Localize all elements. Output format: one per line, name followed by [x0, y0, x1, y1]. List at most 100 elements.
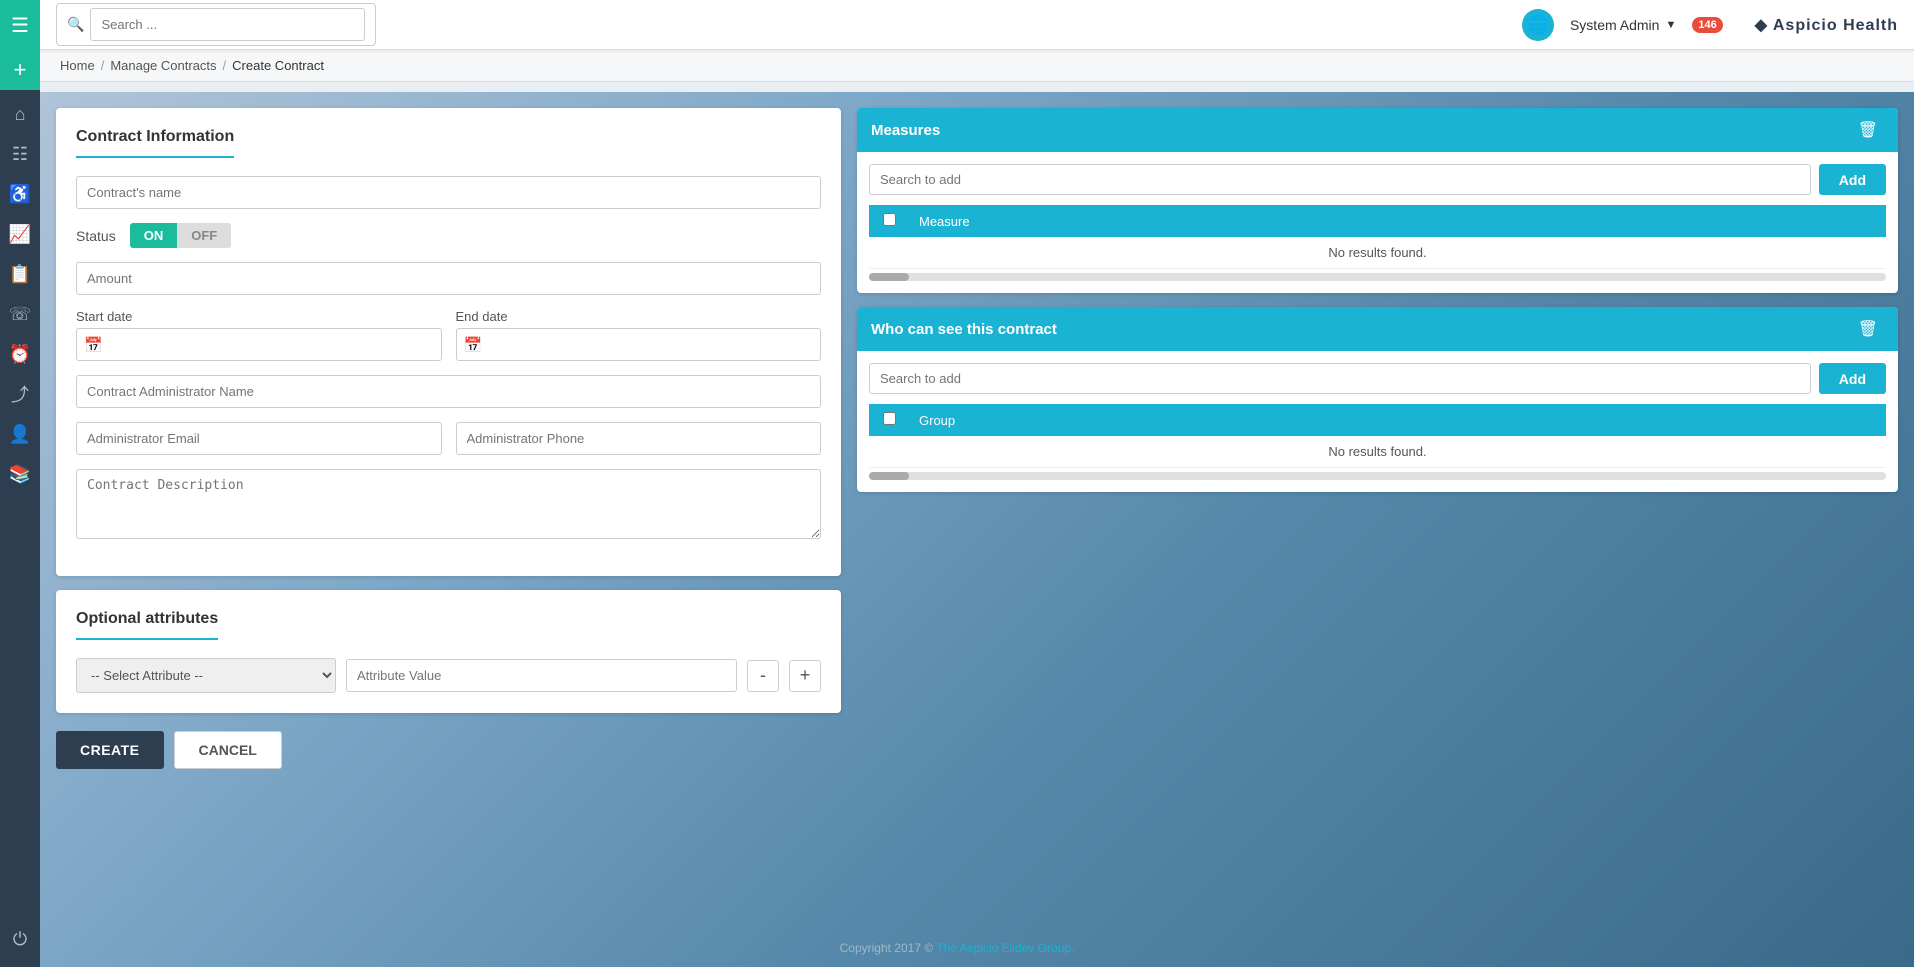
logo-text: ◆ Aspicio Health [1755, 15, 1898, 35]
who-can-see-search-row: Add [869, 363, 1886, 394]
breadcrumb-home[interactable]: Home [60, 58, 95, 73]
sidebar-clipboard-button[interactable]: 📋 [0, 254, 40, 294]
measures-no-results: No results found. [869, 237, 1886, 269]
who-can-see-panel: Who can see this contract 🗑 Add [857, 307, 1898, 492]
who-can-see-title: Who can see this contract [871, 321, 1057, 338]
sidebar-chart-button[interactable]: 📈 [0, 214, 40, 254]
share-icon: ⤴ [11, 381, 29, 407]
admin-email-input[interactable] [76, 422, 442, 455]
measures-delete-button[interactable]: 🗑 [1852, 118, 1884, 142]
optional-attrs-title: Optional attributes [76, 610, 218, 640]
breadcrumb: Home / Manage Contracts / Create Contrac… [40, 50, 1914, 82]
measures-panel: Measures 🗑 Add [857, 108, 1898, 293]
start-date-input[interactable] [76, 328, 442, 361]
breadcrumb-sep-1: / [101, 58, 105, 73]
measures-body: Add Measure [857, 152, 1898, 293]
sidebar-phone-button[interactable]: ☏ [0, 294, 40, 334]
measures-header: Measures 🗑 [857, 108, 1898, 152]
sidebar-power-button[interactable]: ⏻ [0, 919, 40, 959]
admin-email-group [76, 422, 442, 455]
who-can-see-select-all-checkbox[interactable] [883, 412, 896, 425]
who-can-see-add-button[interactable]: Add [1819, 363, 1886, 394]
start-date-group: Start date 📅 [76, 309, 442, 361]
menu-icon: ☰ [11, 13, 29, 38]
search-bar[interactable]: 🔍 [56, 3, 376, 46]
status-off[interactable]: OFF [177, 223, 231, 248]
notification-badge[interactable]: 146 [1692, 17, 1722, 33]
sidebar-clock-button[interactable]: ⏰ [0, 334, 40, 374]
start-date-label: Start date [76, 309, 442, 324]
stack-icon: 📚 [9, 464, 31, 485]
user-info: System Admin ▼ [1570, 17, 1676, 33]
attribute-value-input[interactable] [346, 659, 737, 692]
end-date-wrap: 📅 [456, 328, 822, 361]
who-can-see-table: Group No results found. [869, 404, 1886, 468]
who-can-see-header-row: Group [869, 404, 1886, 436]
add-icon: + [14, 57, 27, 83]
remove-attribute-button[interactable]: - [747, 660, 779, 692]
dates-row: Start date 📅 End date 📅 [76, 309, 821, 361]
breadcrumb-sep-2: / [223, 58, 227, 73]
clipboard-icon: 📋 [9, 264, 31, 285]
sidebar-menu-button[interactable]: ☰ [0, 0, 40, 50]
breadcrumb-current: Create Contract [232, 58, 324, 73]
end-date-group: End date 📅 [456, 309, 822, 361]
breadcrumb-manage-contracts[interactable]: Manage Contracts [110, 58, 216, 73]
admin-phone-input[interactable] [456, 422, 822, 455]
sidebar-grid-button[interactable]: ☷ [0, 134, 40, 174]
accessibility-icon: ♿ [9, 184, 31, 205]
measures-title: Measures [871, 122, 940, 139]
admin-name-input[interactable] [76, 375, 821, 408]
user-icon: 👤 [9, 424, 31, 445]
sidebar-home-button[interactable]: ⌂ [0, 94, 40, 134]
who-can-see-group-col-header: Group [909, 404, 1886, 436]
copyright-text: Copyright 2017 © [840, 941, 937, 955]
measures-col-header: Measure [909, 205, 1886, 237]
contract-information-card: Contract Information Status ON OFF [56, 108, 841, 576]
who-can-see-scrollbar-track [869, 472, 1886, 480]
measures-scrollbar-track [869, 273, 1886, 281]
select-attribute-dropdown[interactable]: -- Select Attribute -- [76, 658, 336, 693]
sidebar: ☰ + ⌂ ☷ ♿ 📈 📋 ☏ ⏰ ⤴ 👤 📚 ⏻ [0, 0, 40, 967]
contract-info-title: Contract Information [76, 128, 234, 158]
measures-search-input[interactable] [869, 164, 1811, 195]
who-can-see-search-input[interactable] [869, 363, 1811, 394]
who-can-see-no-results: No results found. [869, 436, 1886, 468]
cancel-button[interactable]: CANCEL [174, 731, 282, 769]
measures-scrollbar-thumb[interactable] [869, 273, 909, 281]
create-button[interactable]: CREATE [56, 731, 164, 769]
contract-name-input[interactable] [76, 176, 821, 209]
dropdown-arrow-icon[interactable]: ▼ [1665, 19, 1676, 31]
admin-name-group [76, 375, 821, 408]
measures-add-button[interactable]: Add [1819, 164, 1886, 195]
end-date-input[interactable] [456, 328, 822, 361]
sidebar-share-button[interactable]: ⤴ [0, 374, 40, 414]
sidebar-accessibility-button[interactable]: ♿ [0, 174, 40, 214]
measures-select-all-checkbox[interactable] [883, 213, 896, 226]
status-on[interactable]: ON [130, 223, 178, 248]
who-can-see-scrollbar-thumb[interactable] [869, 472, 909, 480]
admin-contacts-row [76, 422, 821, 455]
optional-attributes-card: Optional attributes -- Select Attribute … [56, 590, 841, 713]
sidebar-stack-button[interactable]: 📚 [0, 454, 40, 494]
home-icon: ⌂ [15, 104, 26, 125]
who-can-see-delete-button[interactable]: 🗑 [1852, 317, 1884, 341]
add-attribute-button[interactable]: + [789, 660, 821, 692]
optional-attrs-row: -- Select Attribute -- - + [76, 658, 821, 693]
status-label: Status [76, 228, 116, 244]
sidebar-user-button[interactable]: 👤 [0, 414, 40, 454]
admin-phone-group [456, 422, 822, 455]
chart-icon: 📈 [9, 224, 31, 245]
description-textarea[interactable] [76, 469, 821, 539]
status-toggle[interactable]: ON OFF [130, 223, 232, 248]
main-content: Contract Information Status ON OFF [40, 92, 1914, 967]
copyright-link[interactable]: The Aspicio Elidev Group. [936, 941, 1074, 955]
sidebar-add-button[interactable]: + [0, 50, 40, 90]
measures-checkbox-col [869, 205, 909, 237]
measures-table-header-row: Measure [869, 205, 1886, 237]
who-can-see-header: Who can see this contract 🗑 [857, 307, 1898, 351]
measures-no-results-row: No results found. [869, 237, 1886, 269]
search-input[interactable] [90, 8, 365, 41]
globe-icon: 🌐 [1522, 9, 1554, 41]
amount-input[interactable] [76, 262, 821, 295]
